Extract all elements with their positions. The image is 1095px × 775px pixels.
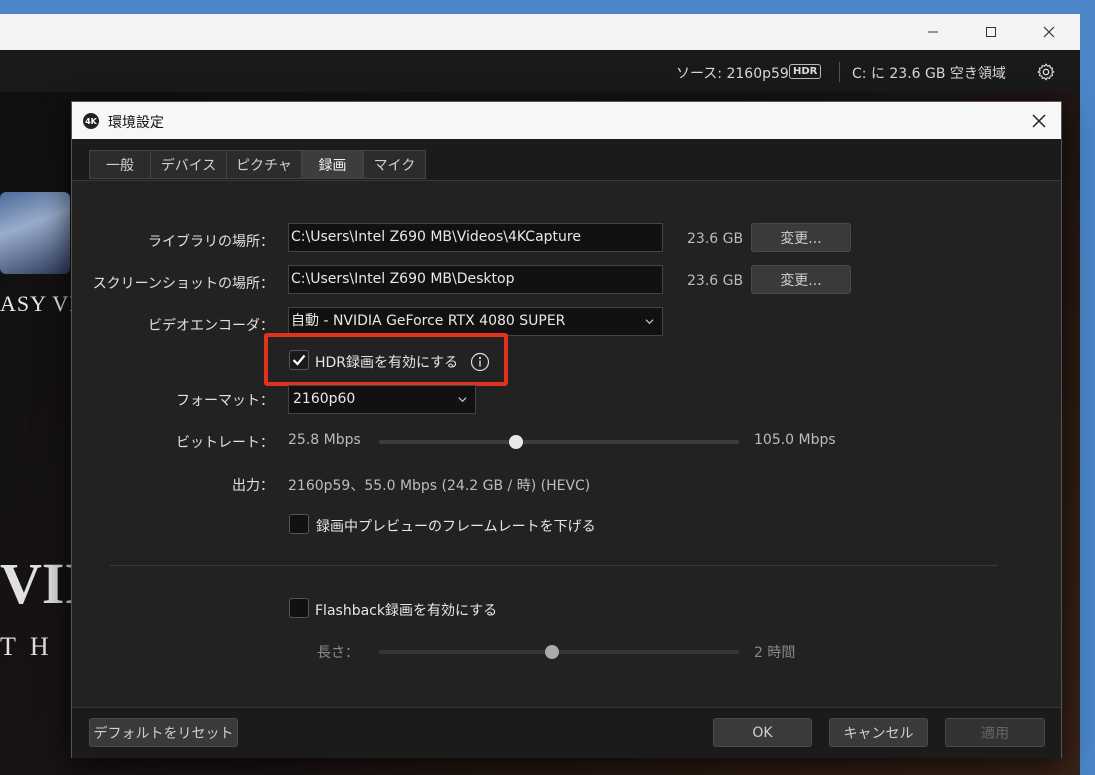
game-thumbnail xyxy=(0,192,70,274)
cancel-button[interactable]: キャンセル xyxy=(829,718,928,747)
tab-recording[interactable]: 録画 xyxy=(301,150,364,179)
apply-button[interactable]: 適用 xyxy=(945,718,1045,747)
library-change-button[interactable]: 変更... xyxy=(751,223,851,252)
highlight-box xyxy=(264,333,508,386)
length-slider-handle[interactable] xyxy=(544,645,559,659)
chevron-down-icon xyxy=(458,397,467,403)
output-value: 2160p59、55.0 Mbps (24.2 GB / 時) (HEVC) xyxy=(288,478,591,494)
game-logo-subtitle: T H xyxy=(0,632,53,661)
ok-button[interactable]: OK xyxy=(713,718,812,747)
window-close-button[interactable] xyxy=(1026,14,1072,50)
encoder-select[interactable]: 自動 - NVIDIA GeForce RTX 4080 SUPER xyxy=(288,307,663,336)
flashback-checkbox[interactable] xyxy=(289,598,309,618)
close-icon xyxy=(1043,26,1055,38)
bitrate-slider[interactable] xyxy=(379,440,739,444)
dialog-titlebar: 4K 環境設定 xyxy=(72,102,1061,139)
close-icon xyxy=(1032,114,1046,128)
tab-general[interactable]: 一般 xyxy=(89,150,151,179)
output-label: 出力： xyxy=(232,478,274,494)
free-space-text: C: に 23.6 GB 空き領域 xyxy=(852,66,1006,82)
bitrate-min: 25.8 Mbps xyxy=(288,432,361,448)
bitrate-slider-handle[interactable] xyxy=(508,435,523,449)
flashback-label: Flashback録画を有効にする xyxy=(315,603,498,619)
tab-bar: 一般 デバイス ピクチャ 録画 マイク xyxy=(72,139,1061,181)
format-value: 2160p60 xyxy=(293,391,356,407)
bitrate-max: 105.0 Mbps xyxy=(754,432,836,448)
preferences-dialog: 4K 環境設定 一般 デバイス ピクチャ 録画 マイク ライブラリの場所： C:… xyxy=(71,101,1062,758)
hdr-badge: HDR xyxy=(789,64,822,79)
window-titlebar xyxy=(0,14,1080,50)
tab-devices[interactable]: デバイス xyxy=(150,150,227,179)
minimize-icon xyxy=(928,31,938,33)
gear-icon[interactable] xyxy=(1036,62,1056,82)
length-value: 2 時間 xyxy=(754,645,796,661)
encoder-label: ビデオエンコーダ： xyxy=(148,318,274,334)
bitrate-label: ビットレート： xyxy=(176,435,274,451)
dialog-close-button[interactable] xyxy=(1024,108,1054,134)
screenshot-free-size: 23.6 GB xyxy=(687,273,744,289)
status-bar: ソース: 2160p59 HDR C: に 23.6 GB 空き領域 xyxy=(0,50,1080,92)
app-logo-icon: 4K xyxy=(83,113,99,129)
lower-preview-framerate-checkbox[interactable] xyxy=(289,514,309,534)
screenshot-location-label: スクリーンショットの場所： xyxy=(92,276,274,292)
maximize-icon xyxy=(986,27,996,37)
lower-preview-framerate-label: 録画中プレビューのフレームレートを下げる xyxy=(316,519,596,535)
encoder-value: 自動 - NVIDIA GeForce RTX 4080 SUPER xyxy=(291,313,566,329)
library-path-field[interactable]: C:\Users\Intel Z690 MB\Videos\4KCapture xyxy=(288,223,663,252)
chevron-down-icon xyxy=(645,319,654,325)
screenshot-path-field[interactable]: C:\Users\Intel Z690 MB\Desktop xyxy=(288,265,663,294)
section-divider xyxy=(110,565,998,566)
length-label: 長さ： xyxy=(317,645,359,661)
reset-defaults-button[interactable]: デフォルトをリセット xyxy=(89,718,238,747)
library-free-size: 23.6 GB xyxy=(687,231,744,247)
dialog-title: 環境設定 xyxy=(108,115,164,131)
format-select[interactable]: 2160p60 xyxy=(288,385,476,414)
length-slider[interactable] xyxy=(379,650,739,654)
source-resolution: ソース: 2160p59 xyxy=(676,66,789,82)
tab-microphone[interactable]: マイク xyxy=(363,150,426,179)
divider xyxy=(839,62,840,82)
format-label: フォーマット： xyxy=(176,393,274,409)
maximize-button[interactable] xyxy=(968,14,1014,50)
library-location-label: ライブラリの場所： xyxy=(148,234,274,250)
screenshot-change-button[interactable]: 変更... xyxy=(751,265,851,294)
minimize-button[interactable] xyxy=(910,14,956,50)
tab-picture[interactable]: ピクチャ xyxy=(226,150,302,179)
